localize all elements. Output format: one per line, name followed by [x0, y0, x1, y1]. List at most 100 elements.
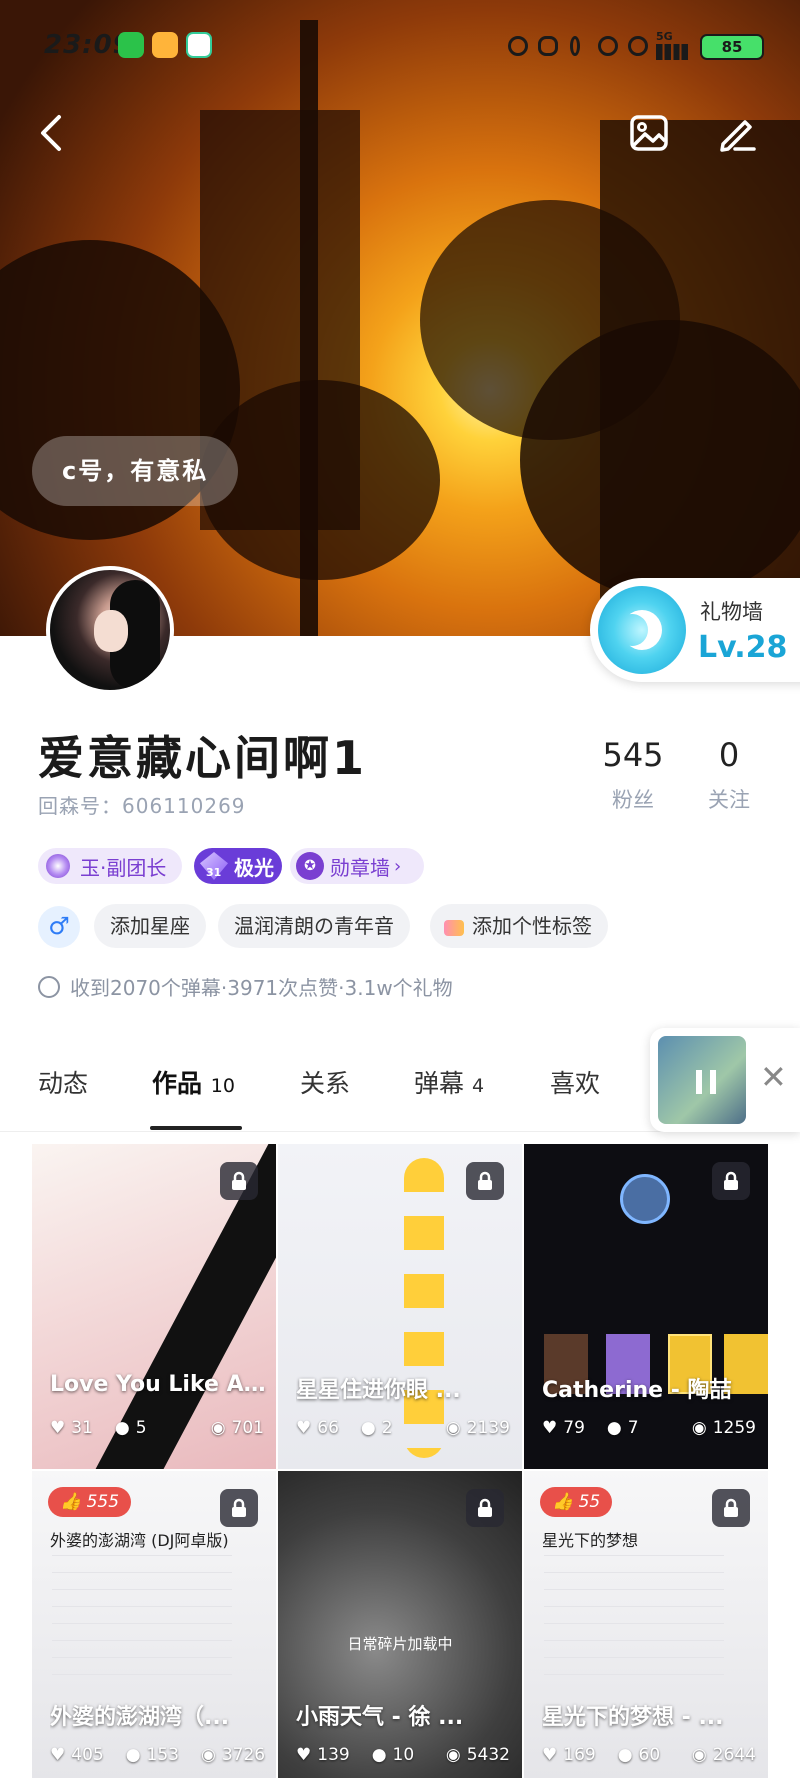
close-icon[interactable]: ✕: [760, 1058, 787, 1096]
comment-icon: ●: [125, 1745, 141, 1765]
eye-icon: ◉: [210, 1418, 226, 1438]
pause-icon[interactable]: [696, 1070, 716, 1094]
aurora-badge-label: 极光: [234, 855, 274, 880]
lock-icon: [712, 1489, 750, 1527]
edit-profile-button[interactable]: [712, 108, 762, 158]
work-comments: ● 7: [606, 1418, 639, 1438]
work-likes: ♥ 405: [50, 1745, 104, 1765]
following-count: 0: [718, 736, 740, 774]
heart-icon: ♥: [50, 1745, 66, 1765]
work-title: 小雨天气 - 徐 ...: [296, 1705, 464, 1730]
profile-cover-image: 23:09 5G 85 c号，有意私: [0, 0, 800, 640]
back-button[interactable]: [26, 108, 76, 158]
add-personal-tag-label: 添加个性标签: [472, 914, 592, 938]
lock-icon: [220, 1162, 258, 1200]
heart-icon: ♥: [296, 1418, 312, 1438]
jade-icon: [46, 854, 70, 878]
work-card[interactable]: Love You Like A Lo ... ♥31 ●5 ◉701: [32, 1144, 276, 1469]
app-icon: [152, 32, 178, 58]
work-comments: ● 60: [617, 1745, 661, 1765]
heart-icon: ♥: [296, 1745, 312, 1765]
tag-icon: [444, 919, 464, 936]
mini-player[interactable]: ✕: [650, 1028, 800, 1132]
work-title: Catherine - 陶喆: [542, 1378, 732, 1403]
eye-icon: ◉: [445, 1745, 461, 1765]
aurora-badge[interactable]: 31 极光: [194, 848, 282, 884]
status-bar: 23:09 5G 85: [0, 28, 800, 68]
work-card[interactable]: Catherine - 陶喆 ♥ 79 ● 7 ◉ 1259: [524, 1144, 768, 1469]
profile-page: 23:09 5G 85 c号，有意私 礼物墙 Lv.28 爱意藏心间啊1 回森号…: [0, 0, 800, 1778]
user-id: 回森号：606110269: [38, 794, 246, 818]
following-label: 关注: [708, 788, 750, 812]
add-personal-tag[interactable]: 添加个性标签: [430, 904, 608, 948]
battery-level: 85: [721, 38, 743, 56]
eye-icon: ◉: [445, 1418, 461, 1438]
loading-text: 日常碎片加载中: [347, 1635, 453, 1653]
work-views: ◉ 1259: [691, 1418, 756, 1438]
lock-icon: [466, 1162, 504, 1200]
cloud-icon: [538, 36, 558, 56]
add-zodiac-tag[interactable]: 添加星座: [94, 904, 206, 948]
comment-icon: ●: [114, 1418, 130, 1438]
work-likes: ♥ 66: [296, 1418, 339, 1438]
tab-likes[interactable]: 喜欢: [550, 1064, 600, 1100]
gift-wall-button[interactable]: 礼物墙 Lv.28: [590, 578, 800, 682]
work-comments: ● 5: [114, 1418, 147, 1438]
chevron-right-icon: ›: [394, 855, 402, 877]
work-likes: ♥ 31: [50, 1418, 93, 1438]
lock-icon: [466, 1489, 504, 1527]
lock-icon: [712, 1162, 750, 1200]
chevron-left-icon: [41, 115, 61, 151]
eye-icon: ◉: [691, 1418, 707, 1438]
wechat-icon: [118, 32, 144, 58]
followers-stat[interactable]: 545 粉丝: [588, 736, 678, 814]
tab-moments-label: 动态: [38, 1069, 89, 1098]
tab-relations-label: 关系: [300, 1069, 351, 1098]
bell-icon: [598, 36, 618, 56]
heart-icon: ♥: [542, 1745, 558, 1765]
following-stat[interactable]: 0 关注: [684, 736, 774, 814]
tab-danmaku[interactable]: 弹幕 4: [414, 1064, 484, 1100]
tab-relations[interactable]: 关系: [300, 1064, 350, 1100]
work-card[interactable]: 👍 555 外婆的澎湖湾 (DJ阿卓版) 外婆的澎湖湾（... ♥ 405 ● 153…: [32, 1471, 276, 1778]
work-likes: ♥ 169: [542, 1745, 596, 1765]
person-icon: [628, 36, 648, 56]
work-card[interactable]: 星星住进你眼 ... ♥ 66 ● 2 ◉ 2139: [278, 1144, 522, 1469]
work-card[interactable]: 👍 55 星光下的梦想 星光下的梦想 - ... ♥ 169 ● 60 ◉ 2644: [524, 1471, 768, 1778]
hot-badge: 👍 555: [48, 1487, 132, 1517]
comment-icon: ●: [617, 1745, 633, 1765]
signal-icon: [656, 44, 688, 60]
heart-icon: ♥: [50, 1418, 66, 1438]
network-label: 5G: [656, 30, 673, 43]
change-cover-button[interactable]: [624, 108, 674, 158]
mini-player-cover[interactable]: [658, 1036, 746, 1124]
mic-icon: [570, 36, 580, 56]
voice-type-tag[interactable]: 温润清朗の青年音: [218, 904, 410, 948]
profile-motto: c号，有意私: [32, 436, 239, 506]
comment-icon: ●: [606, 1418, 622, 1438]
gift-wall-level: Lv.28: [698, 630, 788, 665]
avatar[interactable]: [46, 566, 174, 694]
song-title: 星光下的梦想: [542, 1531, 639, 1550]
followers-count: 545: [602, 736, 664, 774]
tab-danmaku-count: 4: [471, 1075, 485, 1097]
tab-works[interactable]: 作品 10: [152, 1064, 235, 1100]
tab-likes-label: 喜欢: [550, 1069, 601, 1098]
work-title: 外婆的澎湖湾（...: [50, 1705, 230, 1730]
received-summary: 收到2070个弹幕·3971次点赞·3.1w个礼物: [38, 972, 453, 1001]
work-likes: ♥ 139: [296, 1745, 350, 1765]
medal-wall-label: 勋章墙: [330, 855, 390, 880]
work-card[interactable]: 日常碎片加载中 小雨天气 - 徐 ... ♥ 139 ● 10 ◉ 5432: [278, 1471, 522, 1778]
comment-icon: ●: [371, 1745, 387, 1765]
lock-icon: [220, 1489, 258, 1527]
comment-icon: ●: [360, 1418, 376, 1438]
work-views: ◉ 2139: [445, 1418, 510, 1438]
tab-moments[interactable]: 动态: [38, 1064, 88, 1100]
group-badge[interactable]: 玉·副团长: [38, 848, 182, 884]
medal-wall-badge[interactable]: ✪ 勋章墙 ›: [290, 848, 424, 884]
hot-badge: 👍 55: [540, 1487, 613, 1517]
medal-icon: ✪: [296, 852, 324, 880]
work-comments: ● 153: [125, 1745, 179, 1765]
image-icon: [630, 115, 668, 151]
followers-label: 粉丝: [612, 788, 654, 812]
